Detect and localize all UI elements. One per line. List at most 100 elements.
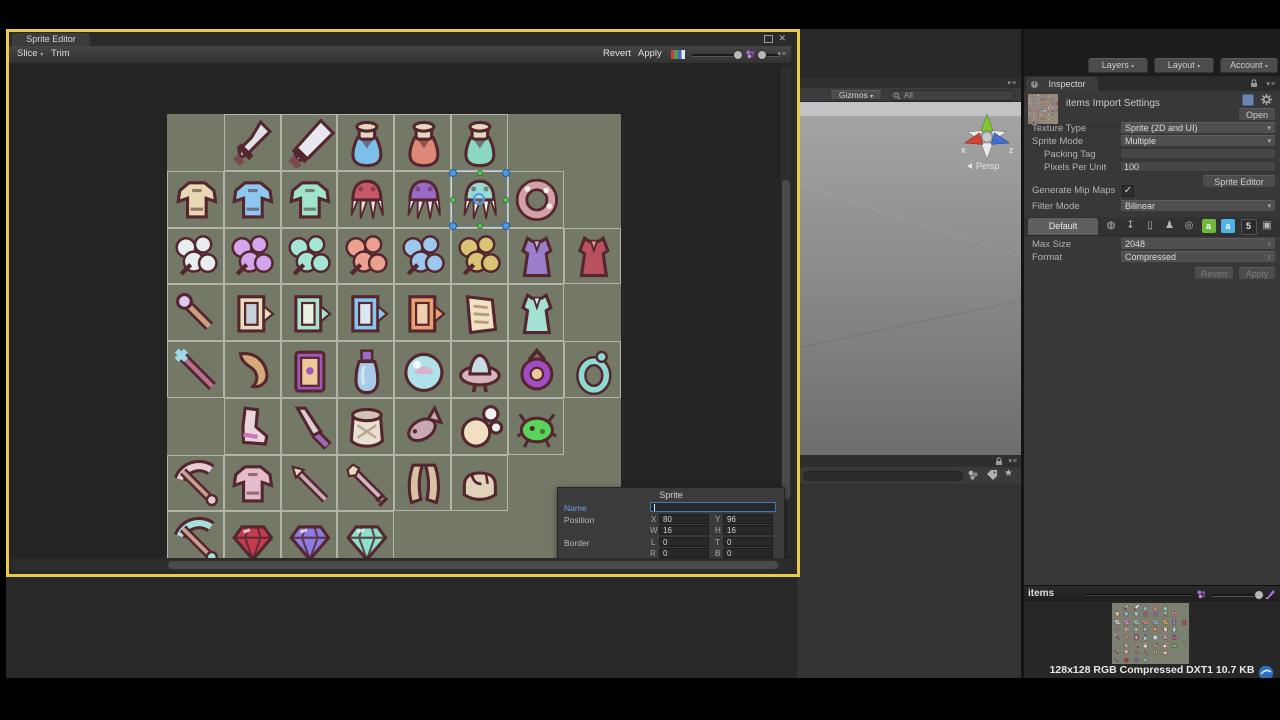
maximize-icon[interactable] xyxy=(764,35,773,43)
scene-menu-icon[interactable]: ▾≡ xyxy=(1007,79,1017,87)
inspector-menu-icon[interactable]: ▾≡ xyxy=(1266,80,1276,88)
sprite-cell[interactable] xyxy=(394,341,451,398)
sprite-cell[interactable] xyxy=(507,284,565,341)
sprite-cell[interactable] xyxy=(280,114,338,171)
pixels-per-unit-field[interactable]: 100 xyxy=(1120,161,1276,172)
slice-menu-button[interactable]: Slice ▾ xyxy=(17,48,43,61)
sprite-asset-icon[interactable] xyxy=(1242,94,1254,106)
platform-tab-ios-icon[interactable]: ▯ xyxy=(1143,219,1157,233)
sprite-cell[interactable] xyxy=(223,114,281,171)
platform-tab-default[interactable]: Default xyxy=(1028,218,1098,235)
sprite-cell[interactable] xyxy=(223,227,281,285)
sprite-cell[interactable] xyxy=(280,511,338,558)
sprite-cell[interactable] xyxy=(167,511,224,558)
platform-tab-samsung-tv-icon[interactable]: ▣ xyxy=(1260,219,1274,233)
revert-button[interactable]: Revert xyxy=(603,48,631,60)
platform-tab-standalone-icon[interactable]: ↧ xyxy=(1124,219,1138,233)
sprite-editor-button[interactable]: Sprite Editor xyxy=(1202,175,1276,188)
sprite-cell[interactable] xyxy=(280,454,338,512)
border-handle[interactable] xyxy=(449,197,456,204)
tab-inspector[interactable]: i Inspector xyxy=(1026,77,1098,91)
sprite-cell[interactable] xyxy=(394,227,451,285)
scene-orientation-gizmo[interactable]: x z xyxy=(958,106,1016,164)
sprite-cell[interactable] xyxy=(223,511,281,558)
sprite-cell[interactable] xyxy=(394,454,451,512)
generate-mip-maps-checkbox[interactable]: ✓ xyxy=(1122,185,1134,197)
horizontal-scrollbar[interactable] xyxy=(13,560,783,570)
sprite-cell[interactable] xyxy=(167,170,224,228)
packing-tag-field[interactable] xyxy=(1120,148,1276,159)
preview-mip-slider-knob[interactable] xyxy=(1254,590,1264,600)
vertical-scrollbar[interactable] xyxy=(781,65,791,557)
sprite-mode-dropdown[interactable]: Multiple ▾ xyxy=(1120,135,1276,147)
project-search-input[interactable] xyxy=(803,471,963,481)
sprite-cell[interactable] xyxy=(507,397,565,455)
sprite-cell[interactable] xyxy=(448,168,510,230)
platform-tab-web-icon[interactable]: ◍ xyxy=(1104,219,1118,233)
selection-handle[interactable] xyxy=(448,221,457,230)
platform-tab-webgl-icon[interactable]: 5 xyxy=(1240,219,1257,235)
sprite-cell[interactable] xyxy=(450,341,508,398)
sprite-cell[interactable] xyxy=(394,397,451,455)
sprite-cell[interactable] xyxy=(450,454,508,512)
preview-mip-slider[interactable] xyxy=(1212,594,1260,597)
selection-handle[interactable] xyxy=(448,168,457,177)
persp-toggle[interactable]: Persp xyxy=(967,161,1000,171)
inspector-apply-button[interactable]: Apply xyxy=(1238,267,1276,280)
sprite-cell[interactable] xyxy=(280,227,338,285)
sprite-cell[interactable] xyxy=(280,397,338,455)
border-handle[interactable] xyxy=(477,222,484,229)
sprite-cell[interactable] xyxy=(394,170,451,228)
sprite-cell[interactable] xyxy=(450,227,508,285)
apply-button[interactable]: Apply xyxy=(638,48,662,60)
inspector-revert-button[interactable]: Revert xyxy=(1194,267,1234,280)
sprite-cell[interactable] xyxy=(450,397,508,455)
sprite-cell[interactable] xyxy=(564,227,621,285)
preview-header[interactable]: items xyxy=(1024,585,1280,602)
sprite-cell[interactable] xyxy=(280,284,338,341)
horizontal-scrollbar-thumb[interactable] xyxy=(168,561,778,569)
sprite-cell[interactable] xyxy=(223,454,281,512)
sprite-cell[interactable] xyxy=(564,341,621,398)
project-panel-content[interactable] xyxy=(797,484,1021,678)
color-channel-icon[interactable] xyxy=(1265,589,1276,600)
platform-tab-android-robot-icon[interactable]: ♟ xyxy=(1163,219,1177,233)
selection-handle[interactable] xyxy=(501,221,510,230)
scene-search-input[interactable]: All xyxy=(889,90,1015,101)
sprite-cell[interactable] xyxy=(223,170,281,228)
sprite-cell[interactable] xyxy=(337,397,394,455)
sprite-cell[interactable] xyxy=(223,397,281,455)
border-t-field[interactable]: 0 xyxy=(723,537,773,547)
sprite-cell[interactable] xyxy=(507,341,565,398)
position-y-field[interactable]: 96 xyxy=(723,514,773,524)
sprite-cell[interactable] xyxy=(280,170,338,228)
layers-dropdown[interactable]: Layers ▾ xyxy=(1088,58,1148,73)
lock-icon[interactable] xyxy=(995,457,1003,466)
platform-tab-android-icon[interactable]: a xyxy=(1201,219,1216,233)
border-b-field[interactable]: 0 xyxy=(723,548,773,558)
sprite-cell[interactable] xyxy=(337,454,394,512)
sprite-cell[interactable] xyxy=(337,227,394,285)
border-handle[interactable] xyxy=(477,169,484,176)
gear-icon[interactable] xyxy=(1261,94,1272,105)
name-input[interactable] xyxy=(650,502,776,512)
label-filter-icon[interactable] xyxy=(986,469,998,481)
sprite-filter-icon[interactable] xyxy=(967,469,979,481)
account-dropdown[interactable]: Account ▾ xyxy=(1220,58,1278,73)
gizmos-button[interactable]: Gizmos ▾ xyxy=(830,89,882,100)
sprite-cell[interactable] xyxy=(507,227,565,285)
sprite-editor-canvas[interactable]: Sprite Name Position X 80 Y 96 W 16 H 16… xyxy=(9,63,791,558)
sprite-sheet-texture[interactable] xyxy=(167,114,621,558)
alpha-slider-knob[interactable] xyxy=(733,50,743,60)
open-button[interactable]: Open xyxy=(1238,108,1276,121)
format-dropdown[interactable]: Compressed ↕ xyxy=(1120,251,1276,263)
platform-tab-tvos-icon[interactable]: ◎ xyxy=(1182,219,1196,233)
sprite-cell[interactable] xyxy=(223,341,281,398)
sprite-cell[interactable] xyxy=(450,284,508,341)
sprite-cell[interactable] xyxy=(167,227,224,285)
sprite-cell[interactable] xyxy=(507,170,565,228)
sprite-cell[interactable] xyxy=(394,114,451,171)
sprite-cell[interactable] xyxy=(337,284,394,341)
sprite-cell[interactable] xyxy=(337,511,394,558)
sprite-cell[interactable] xyxy=(167,454,224,512)
